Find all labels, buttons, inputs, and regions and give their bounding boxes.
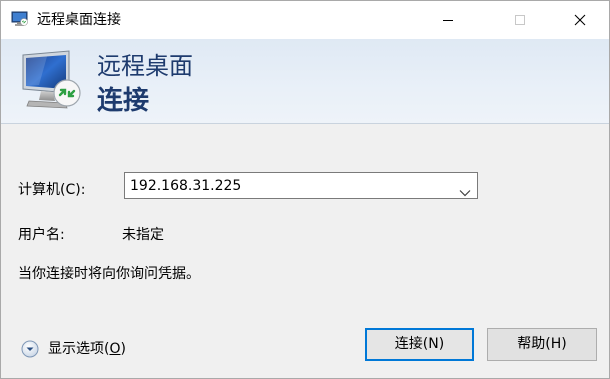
close-button[interactable] [557,1,603,39]
banner-title-line2: 连接 [97,86,150,116]
banner-title-line1: 远程桌面 [97,52,193,80]
maximize-button[interactable] [497,1,543,39]
computer-combobox[interactable]: 192.168.31.225 [124,172,478,199]
help-button[interactable]: 帮助(H) [487,328,597,361]
minimize-icon [443,20,453,21]
header-banner: 远程桌面 连接 [1,39,609,124]
remote-desktop-monitor-icon [17,47,87,117]
credentials-info-text: 当你连接时将向你询问凭据。 [18,266,200,282]
connect-button[interactable]: 连接(N) [365,328,474,361]
title-bar[interactable]: 远程桌面连接 [1,1,609,39]
remote-desktop-window: 远程桌面连接 远程桌面 连接 计算机(C): 192.168.31.225 用户… [0,0,610,379]
minimize-button[interactable] [425,1,471,39]
expand-down-icon[interactable] [21,340,39,358]
computer-label: 计算机(C): [18,182,86,198]
chevron-down-icon[interactable] [459,182,471,201]
maximize-icon [515,15,525,25]
show-options-label[interactable]: 显示选项(O) [48,340,126,358]
computer-value[interactable]: 192.168.31.225 [130,177,241,195]
close-icon [574,14,586,26]
username-label: 用户名: [18,227,65,243]
window-title: 远程桌面连接 [37,12,121,28]
remote-desktop-app-icon [11,11,29,27]
username-value: 未指定 [122,227,164,243]
